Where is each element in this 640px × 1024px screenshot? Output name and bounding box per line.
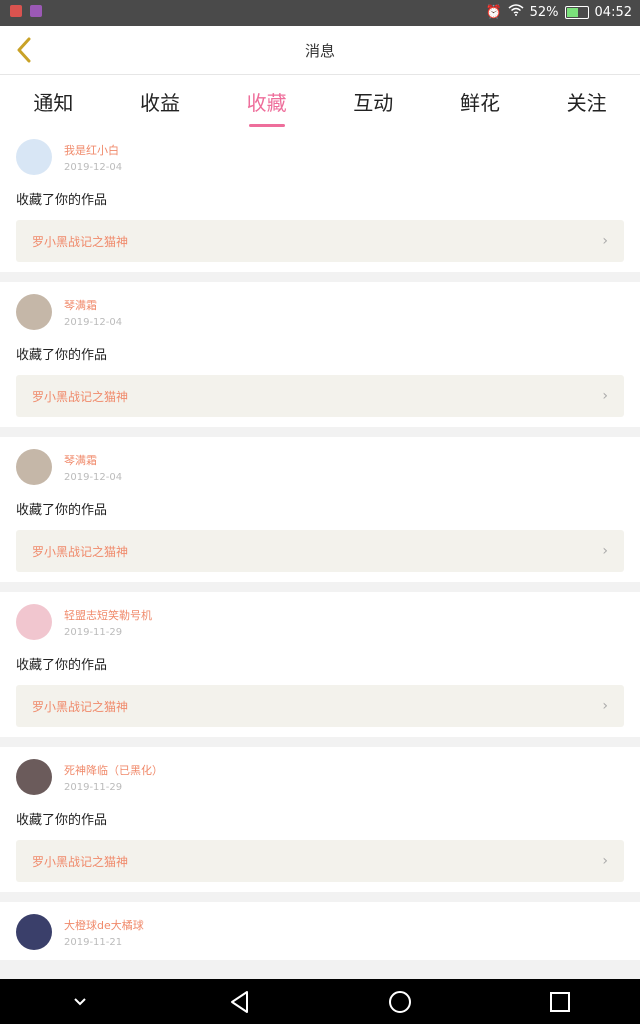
chevron-right-icon: › [602, 233, 608, 249]
avatar[interactable] [16, 914, 52, 950]
message-text: 收藏了你的作品 [16, 193, 108, 208]
user-name[interactable]: 我是红小白 [64, 142, 122, 158]
tab-follows[interactable]: 关注 [537, 75, 637, 127]
date-label: 2019-12-04 [64, 316, 123, 328]
work-title: 罗小黑战记之猫神 [32, 234, 129, 249]
list-item: 大橙球de大橘球 2019-11-21 [0, 902, 640, 960]
date-label: 2019-12-04 [64, 471, 123, 483]
collapse-button[interactable] [60, 982, 100, 1022]
notification-app-icon-purple [30, 5, 42, 17]
system-nav-bar [0, 979, 640, 1024]
avatar[interactable] [16, 759, 52, 795]
user-name[interactable]: 琴满霜 [64, 452, 122, 468]
date-label: 2019-11-29 [64, 781, 123, 793]
battery-charging-icon [564, 5, 589, 19]
back-triangle-icon [231, 990, 248, 1013]
date-label: 2019-11-21 [64, 936, 123, 948]
user-name[interactable]: 大橙球de大橘球 [64, 917, 144, 933]
message-text: 收藏了你的作品 [16, 658, 108, 673]
avatar[interactable] [16, 139, 52, 175]
list-item: 琴满霜 2019-12-04 收藏了你的作品 罗小黑战记之猫神 › [0, 282, 640, 427]
tab-earnings[interactable]: 收益 [110, 75, 210, 127]
alarm-icon: ⏰ [485, 4, 502, 20]
avatar[interactable] [16, 449, 52, 485]
chevron-right-icon: › [602, 698, 608, 714]
chevron-right-icon: › [602, 388, 608, 404]
tab-interactions[interactable]: 互动 [323, 75, 423, 127]
page-title: 消息 [304, 42, 335, 60]
notification-app-icon [10, 5, 22, 17]
message-text: 收藏了你的作品 [16, 503, 108, 518]
message-text: 收藏了你的作品 [16, 813, 108, 828]
tab-flowers[interactable]: 鲜花 [430, 75, 530, 127]
collapse-icon [74, 997, 86, 1005]
user-name[interactable]: 轻盟志短笑勒号机 [64, 607, 152, 623]
chevron-right-icon: › [602, 853, 608, 869]
header: 消息 [0, 26, 640, 75]
wifi-icon [508, 4, 524, 20]
work-link[interactable]: 罗小黑战记之猫神 › [16, 685, 624, 727]
status-bar: ⏰ 52% 04:52 [0, 0, 640, 26]
avatar[interactable] [16, 604, 52, 640]
battery-percent: 52% [529, 4, 559, 20]
status-time: 04:52 [594, 4, 632, 20]
work-link[interactable]: 罗小黑战记之猫神 › [16, 220, 624, 262]
work-link[interactable]: 罗小黑战记之猫神 › [16, 530, 624, 572]
user-name[interactable]: 琴满霜 [64, 297, 122, 313]
list-item: 我是红小白 2019-12-04 收藏了你的作品 罗小黑战记之猫神 › [0, 127, 640, 272]
nav-recents-button[interactable] [540, 982, 580, 1022]
tab-favorites[interactable]: 收藏 [217, 75, 317, 127]
user-name[interactable]: 死神降临（已黑化） [64, 762, 163, 778]
work-title: 罗小黑战记之猫神 [32, 699, 129, 714]
work-title: 罗小黑战记之猫神 [32, 544, 129, 559]
work-title: 罗小黑战记之猫神 [32, 389, 129, 404]
avatar[interactable] [16, 294, 52, 330]
list-item: 琴满霜 2019-12-04 收藏了你的作品 罗小黑战记之猫神 › [0, 437, 640, 582]
work-link[interactable]: 罗小黑战记之猫神 › [16, 840, 624, 882]
date-label: 2019-12-04 [64, 161, 123, 173]
nav-home-button[interactable] [380, 982, 420, 1022]
work-title: 罗小黑战记之猫神 [32, 854, 129, 869]
message-list[interactable]: 我是红小白 2019-12-04 收藏了你的作品 罗小黑战记之猫神 › 琴满霜 … [0, 127, 640, 979]
list-item: 轻盟志短笑勒号机 2019-11-29 收藏了你的作品 罗小黑战记之猫神 › [0, 592, 640, 737]
list-item: 死神降临（已黑化） 2019-11-29 收藏了你的作品 罗小黑战记之猫神 › [0, 747, 640, 892]
message-text: 收藏了你的作品 [16, 348, 108, 363]
chevron-right-icon: › [602, 543, 608, 559]
tab-notifications[interactable]: 通知 [3, 75, 103, 127]
date-label: 2019-11-29 [64, 626, 123, 638]
recents-square-icon [550, 991, 570, 1012]
work-link[interactable]: 罗小黑战记之猫神 › [16, 375, 624, 417]
home-circle-icon [389, 990, 411, 1013]
nav-back-button[interactable] [220, 982, 260, 1022]
tab-bar: 通知 收益 收藏 互动 鲜花 关注 [0, 75, 640, 127]
